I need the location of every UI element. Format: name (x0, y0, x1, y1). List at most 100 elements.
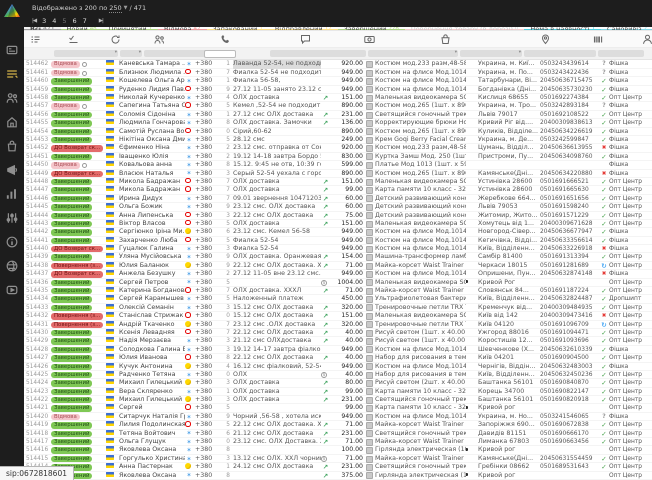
column-phone-icon[interactable] (220, 34, 231, 45)
table-row[interactable]: 514436ЗавершенийСергей Петров✶+3805$1004… (24, 279, 652, 287)
page-5[interactable]: 5 (62, 17, 66, 25)
tab-completed[interactable]: Завершений278 (338, 27, 405, 31)
table-row[interactable]: 514413ЗавершенийЯковлева Оксана✶+3808↗37… (24, 472, 652, 480)
table-row[interactable]: 514427ЗавершенийЮлия Иванова+380822.12 с… (24, 354, 652, 362)
table-row[interactable]: 514462ВідмоваКаневська Тамара ...✶+3801Л… (24, 60, 652, 68)
table-row[interactable]: 514416ЗавершенийЯковлева Оксана✶+3808100… (24, 446, 652, 454)
filter-select[interactable] (598, 50, 644, 57)
column-id-icon[interactable] (30, 34, 41, 45)
table-row[interactable]: 514433ЗавершенийОлексій Семанін✶+380315.… (24, 304, 652, 312)
app-logo[interactable] (3, 3, 21, 19)
table-row[interactable]: 514418ЗавершенийТетяна Войтович✶+380621.… (24, 430, 652, 438)
tab-shipped[interactable]: Відправлений12 (269, 27, 338, 31)
table-row[interactable]: 514446ЗавершенийИрина Дидух✶+380709.01 з… (24, 195, 652, 203)
table-row[interactable]: 514428ЗавершенийСолодкова Галина В...✶+3… (24, 346, 652, 354)
sidebar-item-statistics[interactable] (5, 187, 19, 201)
sidebar-item-settings[interactable] (5, 211, 19, 225)
tab-refused[interactable]: Відмова42 (158, 27, 206, 31)
tab-pickup[interactable]: Самовивіз2 (601, 27, 652, 31)
page-6[interactable]: 6 (73, 17, 77, 25)
table-row[interactable]: 514442ЗавершенийСергіюнко Іріна Ми...+38… (24, 228, 652, 236)
tab-packed[interactable]: Запакований1 (207, 27, 269, 31)
page-7[interactable]: 7 (83, 17, 87, 25)
table-row[interactable]: 514458ЗавершенийНиколай Кучеренко✶+3804О… (24, 94, 652, 102)
table-row[interactable]: 514441ЗавершенийЗахарченко Люба+3805Фиал… (24, 237, 652, 245)
table-row[interactable]: 514450ВідмоваКовальова анна✶+380815.12. … (24, 161, 652, 169)
page-3[interactable]: 3 (42, 17, 46, 25)
table-row[interactable]: 514422ЗавершенийМихаил Гилецький+3803ОЛХ… (24, 396, 652, 404)
table-row[interactable]: 514424ЗавершенийМихаил Гилецький+3803ОЛХ… (24, 379, 652, 387)
column-status-icon[interactable] (68, 34, 79, 45)
column-money-icon[interactable] (364, 34, 375, 45)
table-row[interactable]: 514448ЗавершенийМикола Бадражан+3807ОЛХ … (24, 178, 652, 186)
sidebar-item-orders[interactable] (5, 67, 19, 81)
table-row[interactable]: 514461ВідмоваБлизнюк Людмила ...+3807Фиа… (24, 69, 652, 77)
column-comment-icon[interactable] (300, 34, 311, 45)
column-product-icon[interactable] (440, 34, 451, 45)
per-page-value[interactable]: 250 (109, 4, 121, 13)
table-row[interactable]: 514415ЗавершенийГоргулько Христина...✶+3… (24, 455, 652, 463)
table-row[interactable]: 514419ЗавершенийЛилия Подолинская+380522… (24, 421, 652, 429)
table-row[interactable]: 514452ДО Возврат ск...Єфименко Ніна✶+380… (24, 144, 652, 152)
table-row[interactable]: 514435ЗавершенийКатерина Богданова+3807О… (24, 287, 652, 295)
table-row[interactable]: 514451ЗавершенийІващенко Юлія✶+380219.12… (24, 153, 652, 161)
column-people-icon[interactable] (154, 34, 165, 45)
tab-out-of-stock[interactable]: Нема в наявності1 (524, 27, 601, 31)
filter-select[interactable]: ▾ (120, 50, 142, 57)
tab-new[interactable]: Новий48 (61, 27, 103, 31)
table-row[interactable]: 514421ЗавершенийСергей+380599.00Карта па… (24, 404, 652, 412)
table-row[interactable]: 514432Повернення (з...Станіслав Стрижак+… (24, 312, 652, 320)
table-row[interactable]: 514439ЗавершенийУляна Мусійовська✶+3809О… (24, 253, 652, 261)
table-row[interactable]: 514438Повернення (з...Юлия Баланюк+38092… (24, 262, 652, 270)
table-row[interactable]: 514420ВідмоваСитарчук Наталія Гр...✶+380… (24, 413, 652, 421)
table-row[interactable]: 514445ЗавершенийОльга Божик✶+380923.12 с… (24, 203, 652, 211)
table-row[interactable]: 514426ЗавершенийКучук Антонина+380416.12… (24, 363, 652, 371)
tab-accepted[interactable]: Прийнятий7 (103, 27, 158, 31)
table-row[interactable]: 514437ДО Возврат ск...Анжела Безушку✶+38… (24, 270, 652, 278)
table-row[interactable]: 514434ЗавершенийСергей Карамышев✶+3805На… (24, 295, 652, 303)
sidebar-item-info[interactable] (5, 235, 19, 249)
filter-select[interactable]: ▾ (54, 50, 118, 57)
table-row[interactable]: 514449ДО Возврат ск...Власюк Наталья✶+38… (24, 170, 652, 178)
table-row[interactable]: 514459ЗавершенийРуденко Лидия Пав...+380… (24, 86, 652, 94)
tab-all[interactable]: Всі471 (24, 27, 61, 31)
per-page-caret-icon[interactable]: ▼ (124, 5, 128, 11)
table-row[interactable]: 514456ЗавершенийСоломія Сідоніна✶+380127… (24, 111, 652, 119)
column-barcode-icon[interactable] (593, 34, 604, 45)
sidebar-item-customers[interactable] (5, 91, 19, 105)
table-row[interactable]: 514443ЗавершенийВіктор Власов+3805ОЛХ до… (24, 220, 652, 228)
first-page-icon[interactable]: |◀ (32, 18, 36, 24)
table-row[interactable]: 514447ЗавершенийМикола Бадражан+3807ОЛХ … (24, 186, 652, 194)
table-row[interactable]: 514460ЗавершенийКошелева Ольга Ар...✶+38… (24, 77, 652, 85)
table-row[interactable]: 514423ЗавершенийВера Скляренко✶+3801ОЛХ … (24, 388, 652, 396)
table-row[interactable]: 514431Повернення (з...Андрій Ткаченко+38… (24, 321, 652, 329)
table-row[interactable]: 514455ЗавершенийЛюдмила Гончарова✶+3808О… (24, 119, 652, 127)
table-row[interactable]: 514417ЗавершенийОльга Глущук✶+380023.12 … (24, 438, 652, 446)
sidebar-item-purchases[interactable] (5, 139, 19, 153)
table-row[interactable]: 514444ЗавершенийАнна Липенська+380322.12… (24, 212, 652, 220)
filter-select[interactable] (524, 50, 596, 57)
column-refresh-icon[interactable] (110, 34, 121, 45)
page-4[interactable]: 4 (52, 17, 56, 25)
table-row[interactable]: 514430ЗавершенийКсенія Левадняя+380722.1… (24, 329, 652, 337)
table-row[interactable]: 514440ДО Возврат ск...Гуцалюк Галина✶+38… (24, 245, 652, 253)
tab-return-in-transit[interactable]: Повернення товару (в дорозі)0 (405, 27, 524, 31)
sidebar-item-pos-terminal[interactable] (5, 43, 19, 57)
table-row[interactable]: 514454ЗавершенийСамотій Руслана Во...+38… (24, 128, 652, 136)
sidebar-item-browser[interactable] (5, 259, 19, 273)
last-page-icon[interactable]: ▶| (99, 18, 103, 24)
sidebar-item-marketing[interactable] (5, 163, 19, 177)
table-row[interactable]: 514414ЗавершенийАнна Пастернак+380124.12… (24, 463, 652, 471)
sidebar-item-store[interactable] (5, 115, 19, 129)
sidebar-item-video[interactable] (5, 283, 19, 297)
filter-input[interactable] (204, 50, 236, 58)
column-person-icon[interactable] (642, 34, 652, 45)
column-location-icon[interactable] (540, 34, 551, 45)
table-row[interactable]: 514453ЗавершенийНікітіна Оксана Дми...✶+… (24, 136, 652, 144)
filter-select[interactable]: ▾ (368, 50, 458, 57)
table-row[interactable]: 514429ЗавершенийНадія Мерзаєва✶+380321.1… (24, 337, 652, 345)
filter-select[interactable]: ▾ (460, 50, 522, 57)
filter-select[interactable] (270, 50, 366, 57)
table-row[interactable]: 514457ВідмоваСапегина Татьяна С...+3805К… (24, 102, 652, 110)
table-row[interactable]: 514425ЗавершенийРадченко Тетяна✶+3800ОЛХ… (24, 371, 652, 379)
